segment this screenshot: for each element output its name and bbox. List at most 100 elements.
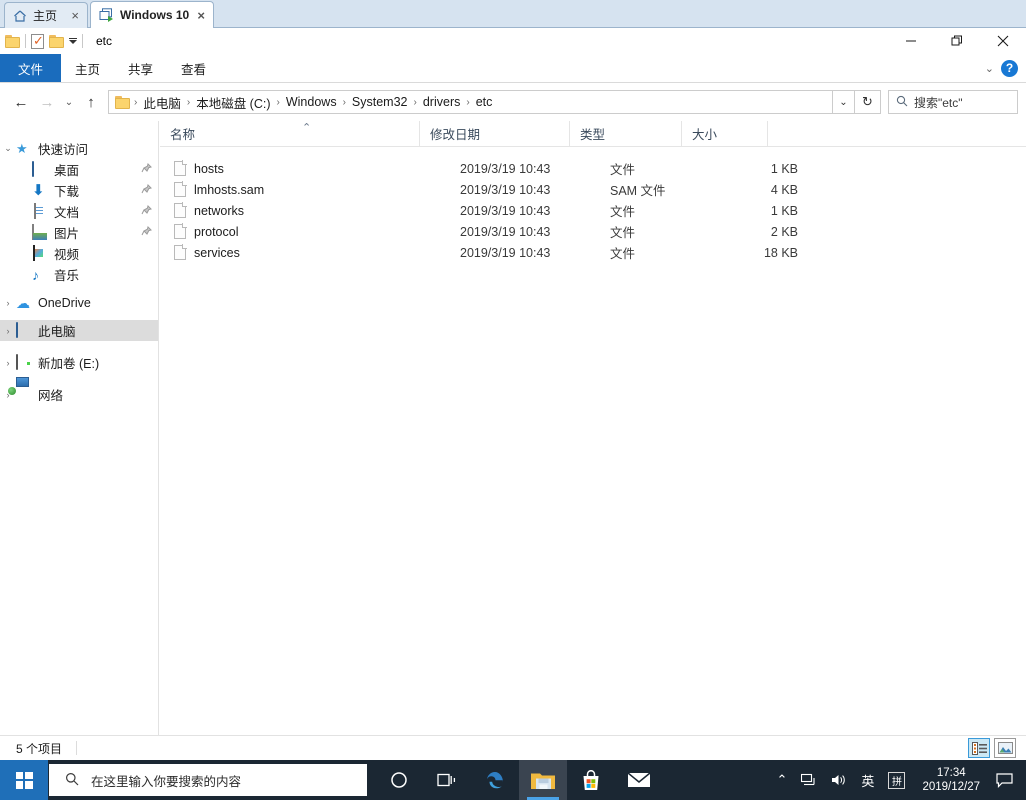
- sidebar-item-quick-access[interactable]: ⌄ ★ 快速访问: [0, 138, 158, 159]
- start-button[interactable]: [0, 760, 48, 800]
- pin-icon[interactable]: [141, 205, 152, 219]
- table-row[interactable]: services 2019/3/19 10:43 文件 18 KB: [160, 242, 1026, 263]
- properties-icon[interactable]: [31, 34, 44, 49]
- details-view-button[interactable]: [968, 738, 990, 758]
- clock-date: 2019/12/27: [922, 780, 980, 794]
- volume-tray-icon[interactable]: [824, 760, 854, 800]
- sidebar-item-desktop[interactable]: 桌面: [0, 159, 158, 180]
- file-icon: [174, 161, 186, 176]
- tab-windows-10-close-icon[interactable]: ×: [197, 9, 205, 22]
- sidebar-item-label: 此电脑: [38, 321, 76, 340]
- pin-icon[interactable]: [141, 184, 152, 198]
- minimize-button[interactable]: [888, 28, 934, 54]
- large-icons-view-button[interactable]: [994, 738, 1016, 758]
- up-button[interactable]: ↑: [78, 89, 104, 115]
- path-dropdown-icon[interactable]: ⌄: [833, 90, 855, 114]
- pin-icon[interactable]: [141, 226, 152, 240]
- tab-home-ribbon[interactable]: 主页: [61, 54, 114, 82]
- tab-share[interactable]: 共享: [114, 54, 167, 82]
- qat-divider-2: [82, 34, 83, 48]
- tab-windows-10-label: Windows 10: [120, 8, 189, 22]
- breadcrumb-item-system32[interactable]: System32: [347, 95, 413, 109]
- network-tray-icon[interactable]: [794, 760, 824, 800]
- column-header-name[interactable]: 名称 ⌃: [160, 121, 420, 147]
- ime-mode-indicator[interactable]: 拼: [881, 760, 912, 800]
- new-folder-icon[interactable]: [49, 35, 64, 48]
- file-rows: hosts 2019/3/19 10:43 文件 1 KB lmhosts.sa…: [160, 147, 1026, 263]
- file-type: 文件: [610, 222, 722, 241]
- table-row[interactable]: lmhosts.sam 2019/3/19 10:43 SAM 文件 4 KB: [160, 179, 1026, 200]
- taskbar-search-placeholder: 在这里输入你要搜索的内容: [91, 771, 241, 790]
- tab-windows-10[interactable]: Windows 10 ×: [90, 1, 214, 28]
- sidebar-item-pictures[interactable]: 图片: [0, 222, 158, 243]
- chevron-down-icon[interactable]: ⌄: [0, 143, 16, 154]
- sidebar-item-network[interactable]: › 网络: [0, 384, 158, 405]
- windows-logo-icon: [16, 772, 33, 789]
- chevron-right-icon[interactable]: ›: [0, 358, 16, 368]
- breadcrumb-item-local-disk[interactable]: 本地磁盘 (C:): [191, 93, 275, 112]
- file-name: networks: [194, 204, 460, 218]
- clock-time: 17:34: [937, 766, 966, 780]
- breadcrumb-item-windows[interactable]: Windows: [281, 95, 342, 109]
- sidebar-item-new-volume-e[interactable]: › 新加卷 (E:): [0, 352, 158, 373]
- tab-home[interactable]: 主页 ×: [4, 2, 88, 28]
- file-type: 文件: [610, 159, 722, 178]
- pin-icon[interactable]: [141, 163, 152, 177]
- column-header-type[interactable]: 类型: [570, 121, 682, 147]
- chevron-right-icon[interactable]: ›: [0, 298, 16, 308]
- cortana-icon[interactable]: [375, 760, 423, 800]
- breadcrumb-item-drivers[interactable]: drivers: [418, 95, 466, 109]
- status-bar: 5 个项目: [0, 735, 1026, 760]
- view-toggle-group: [968, 738, 1026, 758]
- sidebar-item-onedrive[interactable]: › ☁ OneDrive: [0, 292, 158, 313]
- mail-icon[interactable]: [615, 760, 663, 800]
- sidebar-item-downloads[interactable]: ⬇ 下载: [0, 180, 158, 201]
- table-row[interactable]: networks 2019/3/19 10:43 文件 1 KB: [160, 200, 1026, 221]
- file-size: 4 KB: [722, 183, 798, 197]
- window-controls: [888, 28, 1026, 54]
- sidebar-item-videos[interactable]: 视频: [0, 243, 158, 264]
- breadcrumb-item-etc[interactable]: etc: [471, 95, 498, 109]
- table-row[interactable]: protocol 2019/3/19 10:43 文件 2 KB: [160, 221, 1026, 242]
- edge-icon[interactable]: [471, 760, 519, 800]
- column-header-size[interactable]: 大小: [682, 121, 768, 147]
- help-button[interactable]: ?: [1001, 60, 1018, 77]
- tab-home-close-icon[interactable]: ×: [71, 9, 79, 22]
- file-icon: [174, 203, 186, 218]
- breadcrumb[interactable]: › 此电脑 › 本地磁盘 (C:) › Windows › System32 ›…: [108, 90, 833, 114]
- search-input[interactable]: 搜索"etc": [888, 90, 1018, 114]
- forward-button[interactable]: →: [34, 89, 60, 115]
- chevron-right-icon[interactable]: ›: [0, 326, 16, 336]
- status-divider: [76, 741, 77, 755]
- navigation-pane[interactable]: ⌄ ★ 快速访问 桌面 ⬇ 下载 文档: [0, 121, 159, 735]
- folder-icon[interactable]: [5, 35, 20, 48]
- clock[interactable]: 17:34 2019/12/27: [912, 760, 990, 800]
- sort-ascending-icon: ⌃: [302, 121, 311, 134]
- sidebar-item-label: 文档: [54, 202, 79, 221]
- music-icon: ♪: [32, 267, 48, 283]
- recent-locations-icon[interactable]: ⌄: [60, 89, 78, 115]
- tab-file[interactable]: 文件: [0, 54, 61, 82]
- sidebar-item-documents[interactable]: 文档: [0, 201, 158, 222]
- table-row[interactable]: hosts 2019/3/19 10:43 文件 1 KB: [160, 158, 1026, 179]
- close-button[interactable]: [980, 28, 1026, 54]
- action-center-icon[interactable]: [990, 760, 1024, 800]
- refresh-icon[interactable]: ↻: [855, 90, 881, 114]
- customize-qat-caret-icon[interactable]: [69, 38, 77, 44]
- tab-view[interactable]: 查看: [167, 54, 220, 82]
- breadcrumb-item-this-pc[interactable]: 此电脑: [138, 93, 186, 112]
- sidebar-item-this-pc[interactable]: › 此电脑: [0, 320, 158, 341]
- back-button[interactable]: ←: [8, 89, 34, 115]
- tray-overflow-icon[interactable]: ⌃: [770, 760, 795, 800]
- sidebar-item-music[interactable]: ♪ 音乐: [0, 264, 158, 285]
- file-explorer-icon[interactable]: [519, 760, 567, 800]
- taskbar-search-input[interactable]: 在这里输入你要搜索的内容: [49, 764, 367, 796]
- pictures-icon: [32, 225, 48, 241]
- file-date: 2019/3/19 10:43: [460, 225, 610, 239]
- task-view-icon[interactable]: [423, 760, 471, 800]
- column-header-date[interactable]: 修改日期: [420, 121, 570, 147]
- restore-button[interactable]: [934, 28, 980, 54]
- microsoft-store-icon[interactable]: [567, 760, 615, 800]
- chevron-down-icon[interactable]: ⌄: [985, 62, 994, 75]
- ime-language-indicator[interactable]: 英: [854, 760, 881, 800]
